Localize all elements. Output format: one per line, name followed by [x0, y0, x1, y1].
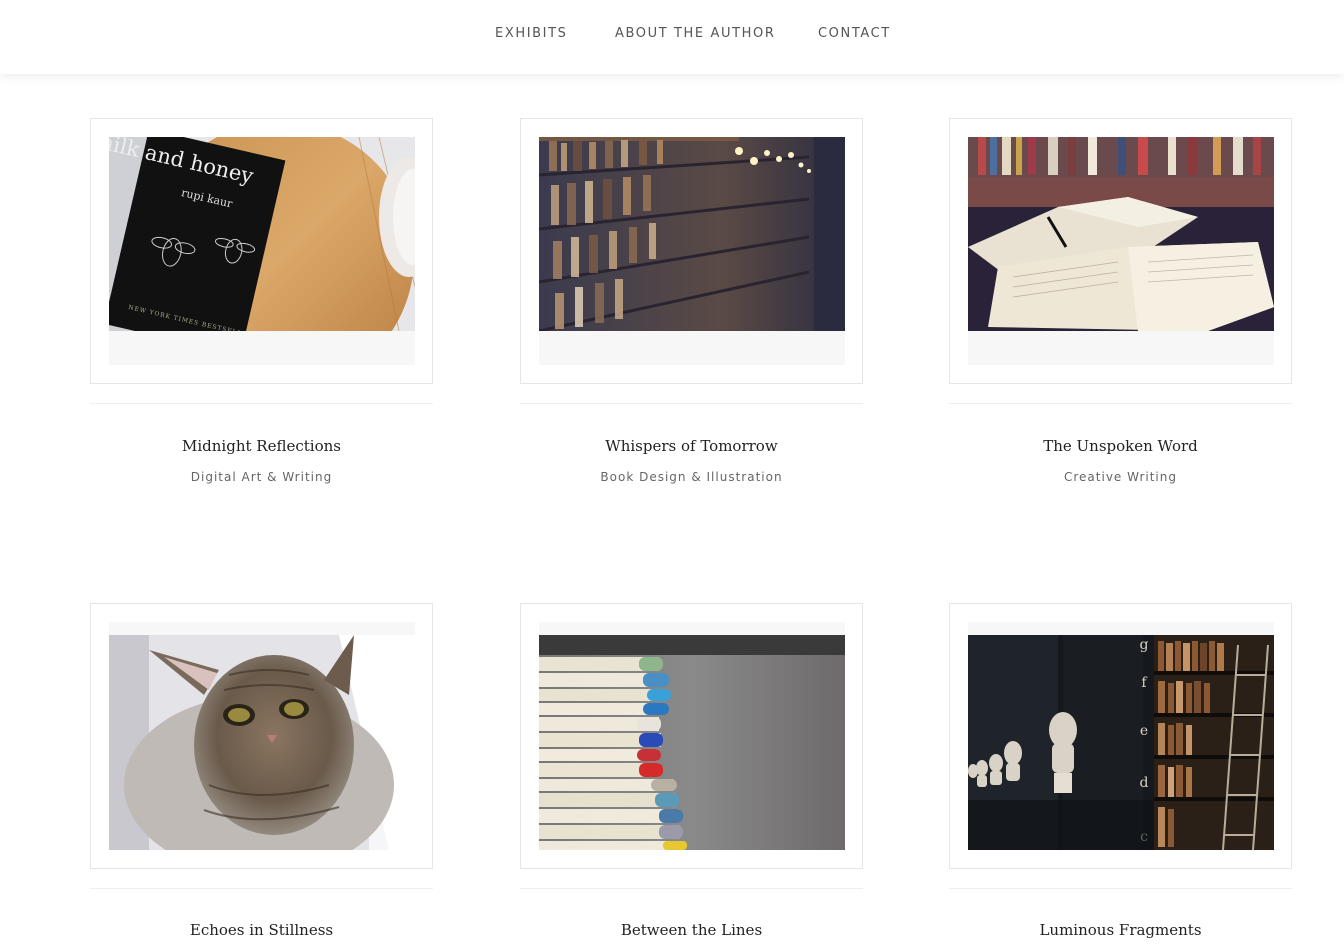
divider [520, 888, 863, 889]
nav-link-contact[interactable]: CONTACT [818, 26, 891, 41]
shelf-letter: e [1140, 723, 1148, 739]
image-frame [968, 137, 1274, 365]
divider [90, 888, 433, 889]
divider [949, 888, 1292, 889]
exhibit-title[interactable]: The Unspoken Word [949, 437, 1292, 455]
nav-link-about-the-author[interactable]: ABOUT THE AUTHOR [615, 26, 775, 41]
library-busts-photo: g f e d c [968, 635, 1274, 850]
exhibit-card-the-unspoken-word[interactable] [949, 118, 1292, 384]
exhibit-card-between-the-lines[interactable] [520, 603, 863, 869]
exhibit-category: Digital Art & Writing [190, 470, 333, 484]
exhibit-card-luminous-fragments[interactable]: g f e d c [949, 603, 1292, 869]
exhibit-title[interactable]: Midnight Reflections [90, 437, 433, 455]
divider [520, 403, 863, 404]
exhibit-card-echoes-in-stillness[interactable] [90, 603, 433, 869]
kitten-photo [109, 635, 415, 850]
exhibit-title[interactable]: Between the Lines [520, 921, 863, 939]
image-frame [109, 622, 415, 850]
library-shelves-photo [539, 137, 845, 331]
exhibit-card-midnight-reflections[interactable]: milk and honey rupi kaur NEW YORK TIMES … [90, 118, 433, 384]
image-frame: g f e d c [968, 622, 1274, 850]
open-books-photo [968, 137, 1274, 331]
book-stack-photo [539, 635, 845, 850]
exhibit-title[interactable]: Echoes in Stillness [90, 921, 433, 939]
divider [949, 403, 1292, 404]
exhibit-title[interactable]: Whispers of Tomorrow [520, 437, 863, 455]
image-frame [539, 137, 845, 365]
top-navigation: EXHIBITS ABOUT THE AUTHOR CONTACT [0, 0, 1344, 74]
exhibit-category: Creative Writing [1064, 470, 1177, 484]
image-frame: milk and honey rupi kaur NEW YORK TIMES … [109, 137, 415, 365]
divider [90, 403, 433, 404]
exhibit-title[interactable]: Luminous Fragments [949, 921, 1292, 939]
nav-link-exhibits[interactable]: EXHIBITS [495, 26, 567, 41]
shelf-letter: g [1140, 637, 1149, 653]
image-frame [539, 622, 845, 850]
exhibit-card-whispers-of-tomorrow[interactable] [520, 118, 863, 384]
exhibit-category: Book Design & Illustration [600, 470, 783, 484]
shelf-letter: d [1140, 775, 1149, 791]
book-milk-and-honey-photo: milk and honey rupi kaur NEW YORK TIMES … [109, 137, 415, 331]
